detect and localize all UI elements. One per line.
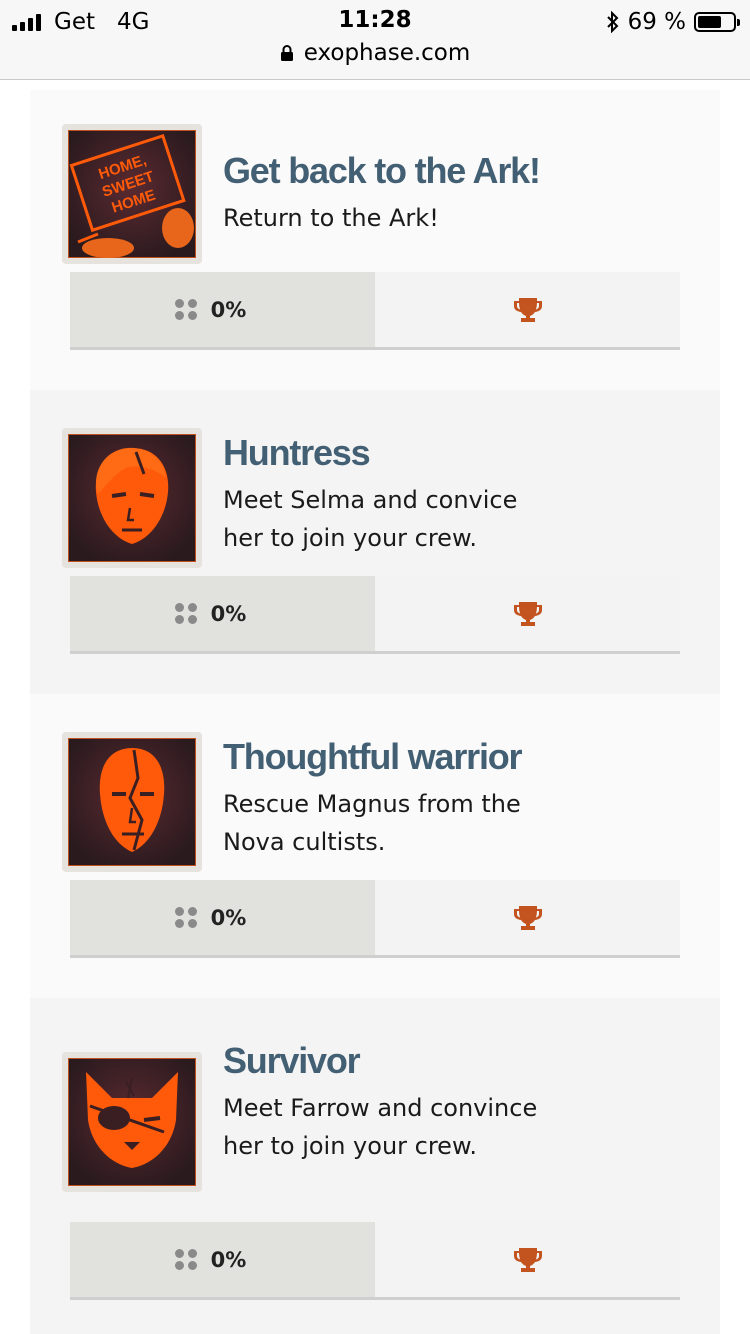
- players-icon: [174, 906, 197, 929]
- bluetooth-icon: [606, 11, 620, 33]
- achievement-title[interactable]: Thoughtful warrior: [223, 736, 523, 778]
- achievement-title[interactable]: Get back to the Ark!: [223, 150, 541, 192]
- achievement-title[interactable]: Survivor: [223, 1040, 361, 1082]
- progress-bar: 0%: [70, 272, 680, 350]
- progress-stat: 0%: [70, 880, 375, 955]
- achievement-title[interactable]: Huntress: [223, 432, 371, 474]
- fox-face-icon: [62, 1052, 202, 1192]
- players-icon: [174, 1248, 197, 1271]
- huntress-face-icon: [62, 428, 202, 568]
- achievement-description: Meet Farrow and convince her to join you…: [223, 1094, 538, 1160]
- trophy-icon: [513, 601, 542, 626]
- trophy-stat: [375, 272, 680, 347]
- trophy-icon: [513, 297, 542, 322]
- trophy-stat: [375, 1222, 680, 1297]
- trophy-icon: [513, 1247, 542, 1272]
- progress-bar: 0%: [70, 576, 680, 654]
- players-icon: [174, 298, 197, 321]
- progress-percent: 0%: [210, 297, 247, 322]
- progress-stat: 0%: [70, 1222, 375, 1297]
- status-bar: Get 4G 11:28 69 % exophase.com: [0, 0, 750, 80]
- progress-percent: 0%: [210, 601, 247, 626]
- trophy-stat: [375, 576, 680, 651]
- achievement-card[interactable]: Huntress Meet Selma and convice her to j…: [30, 390, 720, 694]
- progress-bar: 0%: [70, 880, 680, 958]
- trophy-icon: [513, 905, 542, 930]
- battery-icon: [694, 12, 740, 32]
- achievement-card[interactable]: Survivor Meet Farrow and convince her to…: [30, 998, 720, 1334]
- lock-icon: [280, 44, 294, 62]
- progress-percent: 0%: [210, 905, 247, 930]
- achievement-description: Return to the Ark!: [223, 204, 439, 232]
- progress-stat: 0%: [70, 576, 375, 651]
- progress-bar: 0%: [70, 1222, 680, 1300]
- trophy-stat: [375, 880, 680, 955]
- achievement-description: Rescue Magnus from the Nova cultists.: [223, 790, 521, 856]
- warrior-face-icon: [62, 732, 202, 872]
- achievement-card[interactable]: HOME, SWEET HOME Get back to the Ark! Re…: [30, 90, 720, 390]
- progress-stat: 0%: [70, 272, 375, 347]
- battery-percent: 69 %: [627, 9, 686, 35]
- address-bar[interactable]: exophase.com: [0, 40, 750, 66]
- achievement-card[interactable]: Thoughtful warrior Rescue Magnus from th…: [30, 694, 720, 998]
- progress-percent: 0%: [210, 1247, 247, 1272]
- url-text: exophase.com: [303, 40, 471, 66]
- status-right: 69 %: [606, 8, 740, 36]
- achievement-description: Meet Selma and convice her to join your …: [223, 486, 518, 552]
- achievement-list: HOME, SWEET HOME Get back to the Ark! Re…: [30, 90, 720, 1334]
- players-icon: [174, 602, 197, 625]
- home-sweet-home-icon: HOME, SWEET HOME: [62, 124, 202, 264]
